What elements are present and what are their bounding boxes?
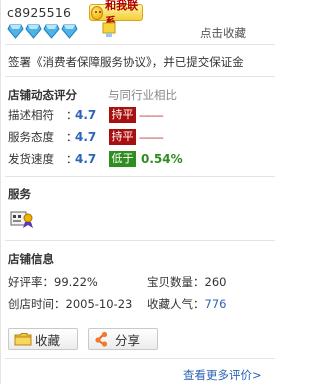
divider: [5, 358, 275, 359]
rating-label: 描述相符: [8, 108, 54, 122]
created-date: 创店时间：2005-10-23: [8, 296, 132, 312]
divider: [5, 76, 275, 77]
rating-row-shipping: 发货速度 ： 4.7 低于 0.54%: [8, 151, 273, 167]
shop-info-title: 店铺信息: [8, 252, 54, 266]
share-button[interactable]: 分享: [88, 328, 158, 350]
shop-info-panel: c8925516 和我联系 点击收藏 签署《消费者保障服务协议》，并已提交保证金…: [0, 0, 277, 384]
created-date-value: 2005-10-23: [65, 297, 133, 311]
ratings-compare-header: 与同行业相比: [108, 88, 177, 102]
service-title: 服务: [8, 187, 31, 201]
rating-compare-badge: 低于: [109, 151, 136, 167]
popularity-label: 收藏人气：: [147, 297, 205, 311]
rating-label: 服务态度: [8, 130, 54, 144]
folder-icon: [14, 333, 32, 346]
collect-shop-link[interactable]: 点击收藏: [200, 25, 246, 41]
created-date-label: 创店时间：: [8, 297, 66, 311]
more-reviews-link[interactable]: 查看更多评价>: [183, 367, 262, 383]
rating-compare-badge: 持平: [109, 107, 136, 123]
rating-compare-badge: 持平: [109, 129, 136, 145]
item-count-value: 260: [204, 275, 227, 289]
popularity: 收藏人气：776: [147, 296, 226, 312]
diamond-icon: [25, 24, 42, 39]
positive-rate-label: 好评率：: [8, 275, 54, 289]
rating-colon: ：: [66, 108, 78, 122]
ratings-title: 店铺动态评分: [8, 88, 77, 102]
positive-rate-value: 99.22%: [54, 275, 98, 289]
rating-row-description: 描述相符 ： 4.7 持平 --------: [8, 107, 273, 123]
share-button-label: 分享: [115, 332, 141, 348]
contact-seller-button[interactable]: 和我联系: [89, 0, 143, 28]
item-count-label: 宝贝数量：: [147, 275, 205, 289]
rating-score[interactable]: 4.7: [75, 152, 109, 166]
popularity-value[interactable]: 776: [205, 297, 227, 311]
rating-colon: ：: [66, 152, 78, 166]
favorite-button-label: 收藏: [35, 332, 61, 348]
rating-colon: ：: [66, 130, 78, 144]
agreement-text: 签署《消费者保障服务协议》，并已提交保证金: [8, 55, 244, 69]
share-icon: [95, 331, 108, 347]
rating-compare-trend: --------: [139, 130, 164, 144]
item-count: 宝贝数量：260: [147, 274, 226, 290]
rating-compare-trend: --------: [139, 108, 164, 122]
consumer-protection-icon[interactable]: [101, 22, 117, 38]
seller-name[interactable]: c8925516: [7, 5, 71, 20]
positive-rate: 好评率：99.22%: [8, 274, 98, 290]
divider: [5, 44, 275, 45]
service-badge-icon[interactable]: [10, 209, 34, 230]
divider: [5, 176, 275, 177]
diamond-icon: [61, 24, 78, 39]
diamond-icon: [7, 24, 24, 39]
rating-label: 发货速度: [8, 152, 54, 166]
divider: [5, 240, 275, 241]
rating-score[interactable]: 4.7: [75, 108, 109, 122]
favorite-button[interactable]: 收藏: [8, 328, 78, 350]
rating-score[interactable]: 4.7: [75, 130, 109, 144]
diamond-icon: [43, 24, 60, 39]
rating-compare-percent: 0.54%: [141, 152, 183, 166]
seller-rank-diamonds[interactable]: [7, 24, 78, 39]
wangwang-icon: [91, 5, 104, 20]
rating-row-service: 服务态度 ： 4.7 持平 --------: [8, 129, 273, 145]
